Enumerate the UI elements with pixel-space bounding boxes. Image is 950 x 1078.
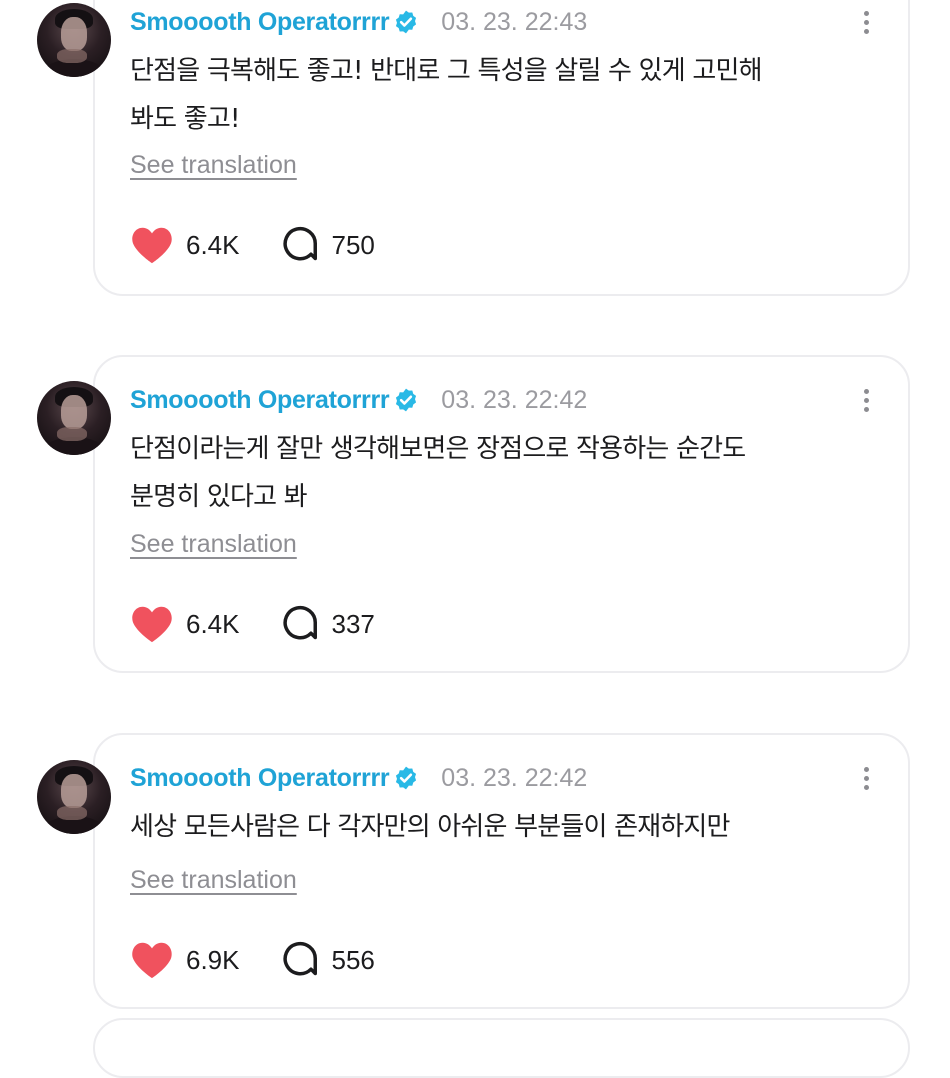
post-timestamp: 03. 23. 22:43 [441, 7, 588, 36]
avatar[interactable] [37, 3, 111, 77]
heart-icon [132, 942, 172, 979]
like-button[interactable]: 6.4K [130, 604, 240, 644]
post-text: 세상 모든사람은 다 각자만의 아쉬운 부분들이 존재하지만 [130, 803, 880, 851]
see-translation-link[interactable]: See translation [130, 530, 297, 559]
post-header: Smooooth Operatorrrr 03. 23. 22:42 [130, 760, 587, 796]
see-translation-link[interactable]: See translation [130, 866, 297, 895]
verified-badge-icon [396, 388, 417, 412]
post-text-line: 단점이라는게 잘만 생각해보면은 장점으로 작용하는 순간도 [130, 434, 746, 464]
like-button[interactable]: 6.4K [130, 225, 240, 265]
author-name[interactable]: Smooooth Operatorrrr [130, 386, 390, 415]
verified-badge-icon [396, 10, 417, 34]
heart-icon [132, 606, 172, 643]
comment-count: 337 [331, 608, 375, 639]
more-options-icon[interactable] [856, 4, 876, 40]
avatar[interactable] [37, 381, 111, 455]
post-text-line: 분명히 있다고 봐 [130, 482, 308, 512]
comment-count: 750 [331, 229, 375, 260]
comment-bubble-icon [282, 605, 317, 640]
post-header: Smooooth Operatorrrr 03. 23. 22:42 [130, 382, 587, 418]
like-count: 6.9K [186, 944, 240, 975]
post-timestamp: 03. 23. 22:42 [441, 763, 588, 792]
more-options-icon[interactable] [856, 382, 876, 418]
comment-button[interactable]: 750 [282, 226, 375, 264]
comment-bubble-icon [282, 941, 317, 976]
post-text: 단점이라는게 잘만 생각해보면은 장점으로 작용하는 순간도 분명히 있다고 봐 [130, 425, 880, 521]
see-translation-link[interactable]: See translation [130, 151, 297, 180]
like-count: 6.4K [186, 229, 240, 260]
heart-icon [132, 227, 172, 264]
post-text: 단점을 극복해도 좋고! 반대로 그 특성을 살릴 수 있게 고민해 봐도 좋고… [130, 47, 880, 143]
post-timestamp: 03. 23. 22:42 [441, 385, 588, 414]
verified-badge-icon [396, 766, 417, 790]
like-count: 6.4K [186, 608, 240, 639]
more-options-icon[interactable] [856, 760, 876, 796]
avatar[interactable] [37, 760, 111, 834]
post-stats: 6.4K 337 [130, 602, 375, 646]
comment-count: 556 [331, 944, 375, 975]
post-stats: 6.9K 556 [130, 938, 375, 982]
post-text-line: 단점을 극복해도 좋고! 반대로 그 특성을 살릴 수 있게 고민해 [130, 56, 762, 86]
author-name[interactable]: Smooooth Operatorrrr [130, 8, 390, 37]
author-name[interactable]: Smooooth Operatorrrr [130, 764, 390, 793]
comment-button[interactable]: 337 [282, 605, 375, 643]
like-button[interactable]: 6.9K [130, 940, 240, 980]
post-text-line: 세상 모든사람은 다 각자만의 아쉬운 부분들이 존재하지만 [130, 812, 730, 842]
post-header: Smooooth Operatorrrr 03. 23. 22:43 [130, 4, 587, 40]
post-card-partial [93, 1018, 910, 1078]
comment-button[interactable]: 556 [282, 941, 375, 979]
post-text-line: 봐도 좋고! [130, 104, 240, 134]
post-stats: 6.4K 750 [130, 223, 375, 267]
comment-bubble-icon [282, 226, 317, 261]
